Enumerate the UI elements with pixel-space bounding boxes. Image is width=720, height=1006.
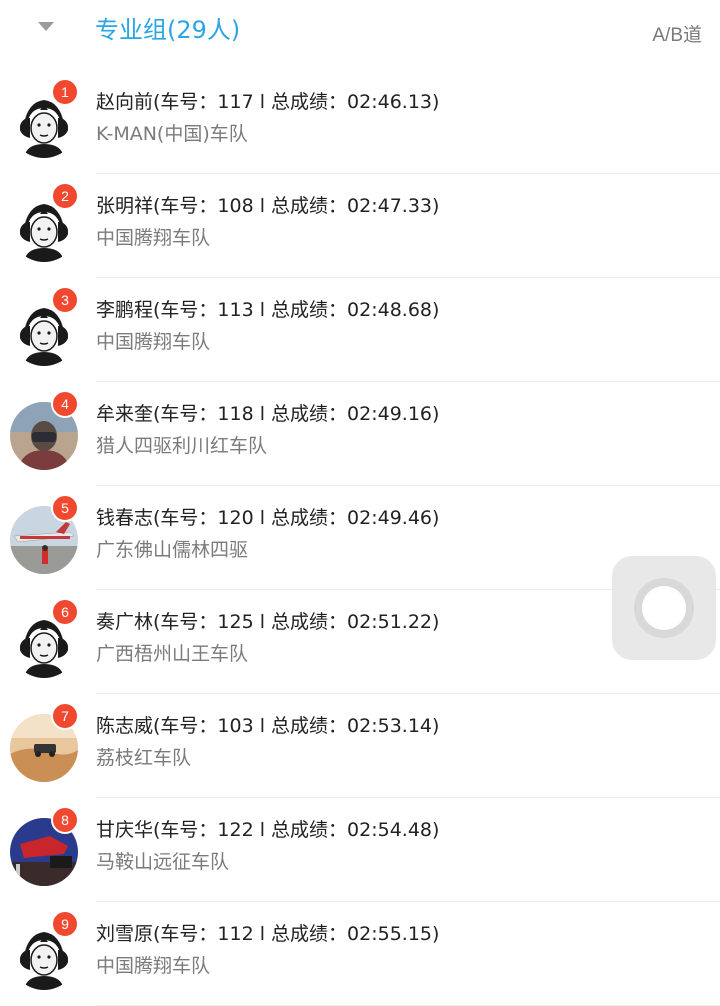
list-item-9[interactable]: 9 刘雪原(车号：112 l 总成绩：02:55.15) 中国腾翔车队 — [0, 902, 720, 1006]
group-header[interactable]: 专业组(29人) A/B道 — [0, 0, 720, 62]
racer-result: 陈志威(车号：103 l 总成绩：02:53.14) — [96, 715, 440, 737]
racer-result: 牟来奎(车号：118 l 总成绩：02:49.16) — [96, 403, 440, 425]
team-name: 广西梧州山王车队 — [96, 643, 249, 665]
team-name: 中国腾翔车队 — [96, 331, 211, 353]
rank-badge: 2 — [51, 182, 79, 210]
caret-down-icon[interactable] — [38, 22, 54, 31]
team-name: 中国腾翔车队 — [96, 955, 211, 977]
list-item-7[interactable]: 7 陈志威(车号：103 l 总成绩：02:53.14) 荔枝红车队 — [0, 694, 720, 798]
rank-badge: 6 — [51, 598, 79, 626]
list-item-8[interactable]: 8 甘庆华(车号：122 l 总成绩：02:54.48) 马鞍山远征车队 — [0, 798, 720, 902]
racer-result: 张明祥(车号：108 l 总成绩：02:47.33) — [96, 195, 440, 217]
team-name: 猎人四驱利川红车队 — [96, 435, 268, 457]
rank-badge: 3 — [51, 286, 79, 314]
assistive-touch-button[interactable] — [612, 556, 716, 660]
racer-result: 甘庆华(车号：122 l 总成绩：02:54.48) — [96, 819, 440, 841]
list-item-1[interactable]: 1 赵向前(车号：117 l 总成绩：02:46.13) K-MAN(中国)车队 — [0, 70, 720, 174]
team-name: K-MAN(中国)车队 — [96, 123, 248, 145]
rank-badge: 7 — [51, 702, 79, 730]
list-item-4[interactable]: 4 牟来奎(车号：118 l 总成绩：02:49.16) 猎人四驱利川红车队 — [0, 382, 720, 486]
racer-result: 钱春志(车号：120 l 总成绩：02:49.46) — [96, 507, 440, 529]
assistive-touch-core — [642, 586, 686, 630]
group-title: 专业组(29人) — [95, 16, 241, 44]
racer-result: 奏广林(车号：125 l 总成绩：02:51.22) — [96, 611, 440, 633]
racer-result: 李鹏程(车号：113 l 总成绩：02:48.68) — [96, 299, 440, 321]
rank-badge: 4 — [51, 390, 79, 418]
racer-result: 刘雪原(车号：112 l 总成绩：02:55.15) — [96, 923, 440, 945]
rank-badge: 1 — [51, 78, 79, 106]
team-name: 中国腾翔车队 — [96, 227, 211, 249]
list-item-2[interactable]: 2 张明祥(车号：108 l 总成绩：02:47.33) 中国腾翔车队 — [0, 174, 720, 278]
team-name: 马鞍山远征车队 — [96, 851, 230, 873]
results-list: 1 赵向前(车号：117 l 总成绩：02:46.13) K-MAN(中国)车队… — [0, 70, 720, 1006]
rank-badge: 8 — [51, 806, 79, 834]
lane-label[interactable]: A/B道 — [652, 20, 702, 47]
rank-badge: 5 — [51, 494, 79, 522]
list-item-3[interactable]: 3 李鹏程(车号：113 l 总成绩：02:48.68) 中国腾翔车队 — [0, 278, 720, 382]
rank-badge: 9 — [51, 910, 79, 938]
racer-result: 赵向前(车号：117 l 总成绩：02:46.13) — [96, 91, 440, 113]
team-name: 荔枝红车队 — [96, 747, 192, 769]
team-name: 广东佛山儒林四驱 — [96, 539, 249, 561]
